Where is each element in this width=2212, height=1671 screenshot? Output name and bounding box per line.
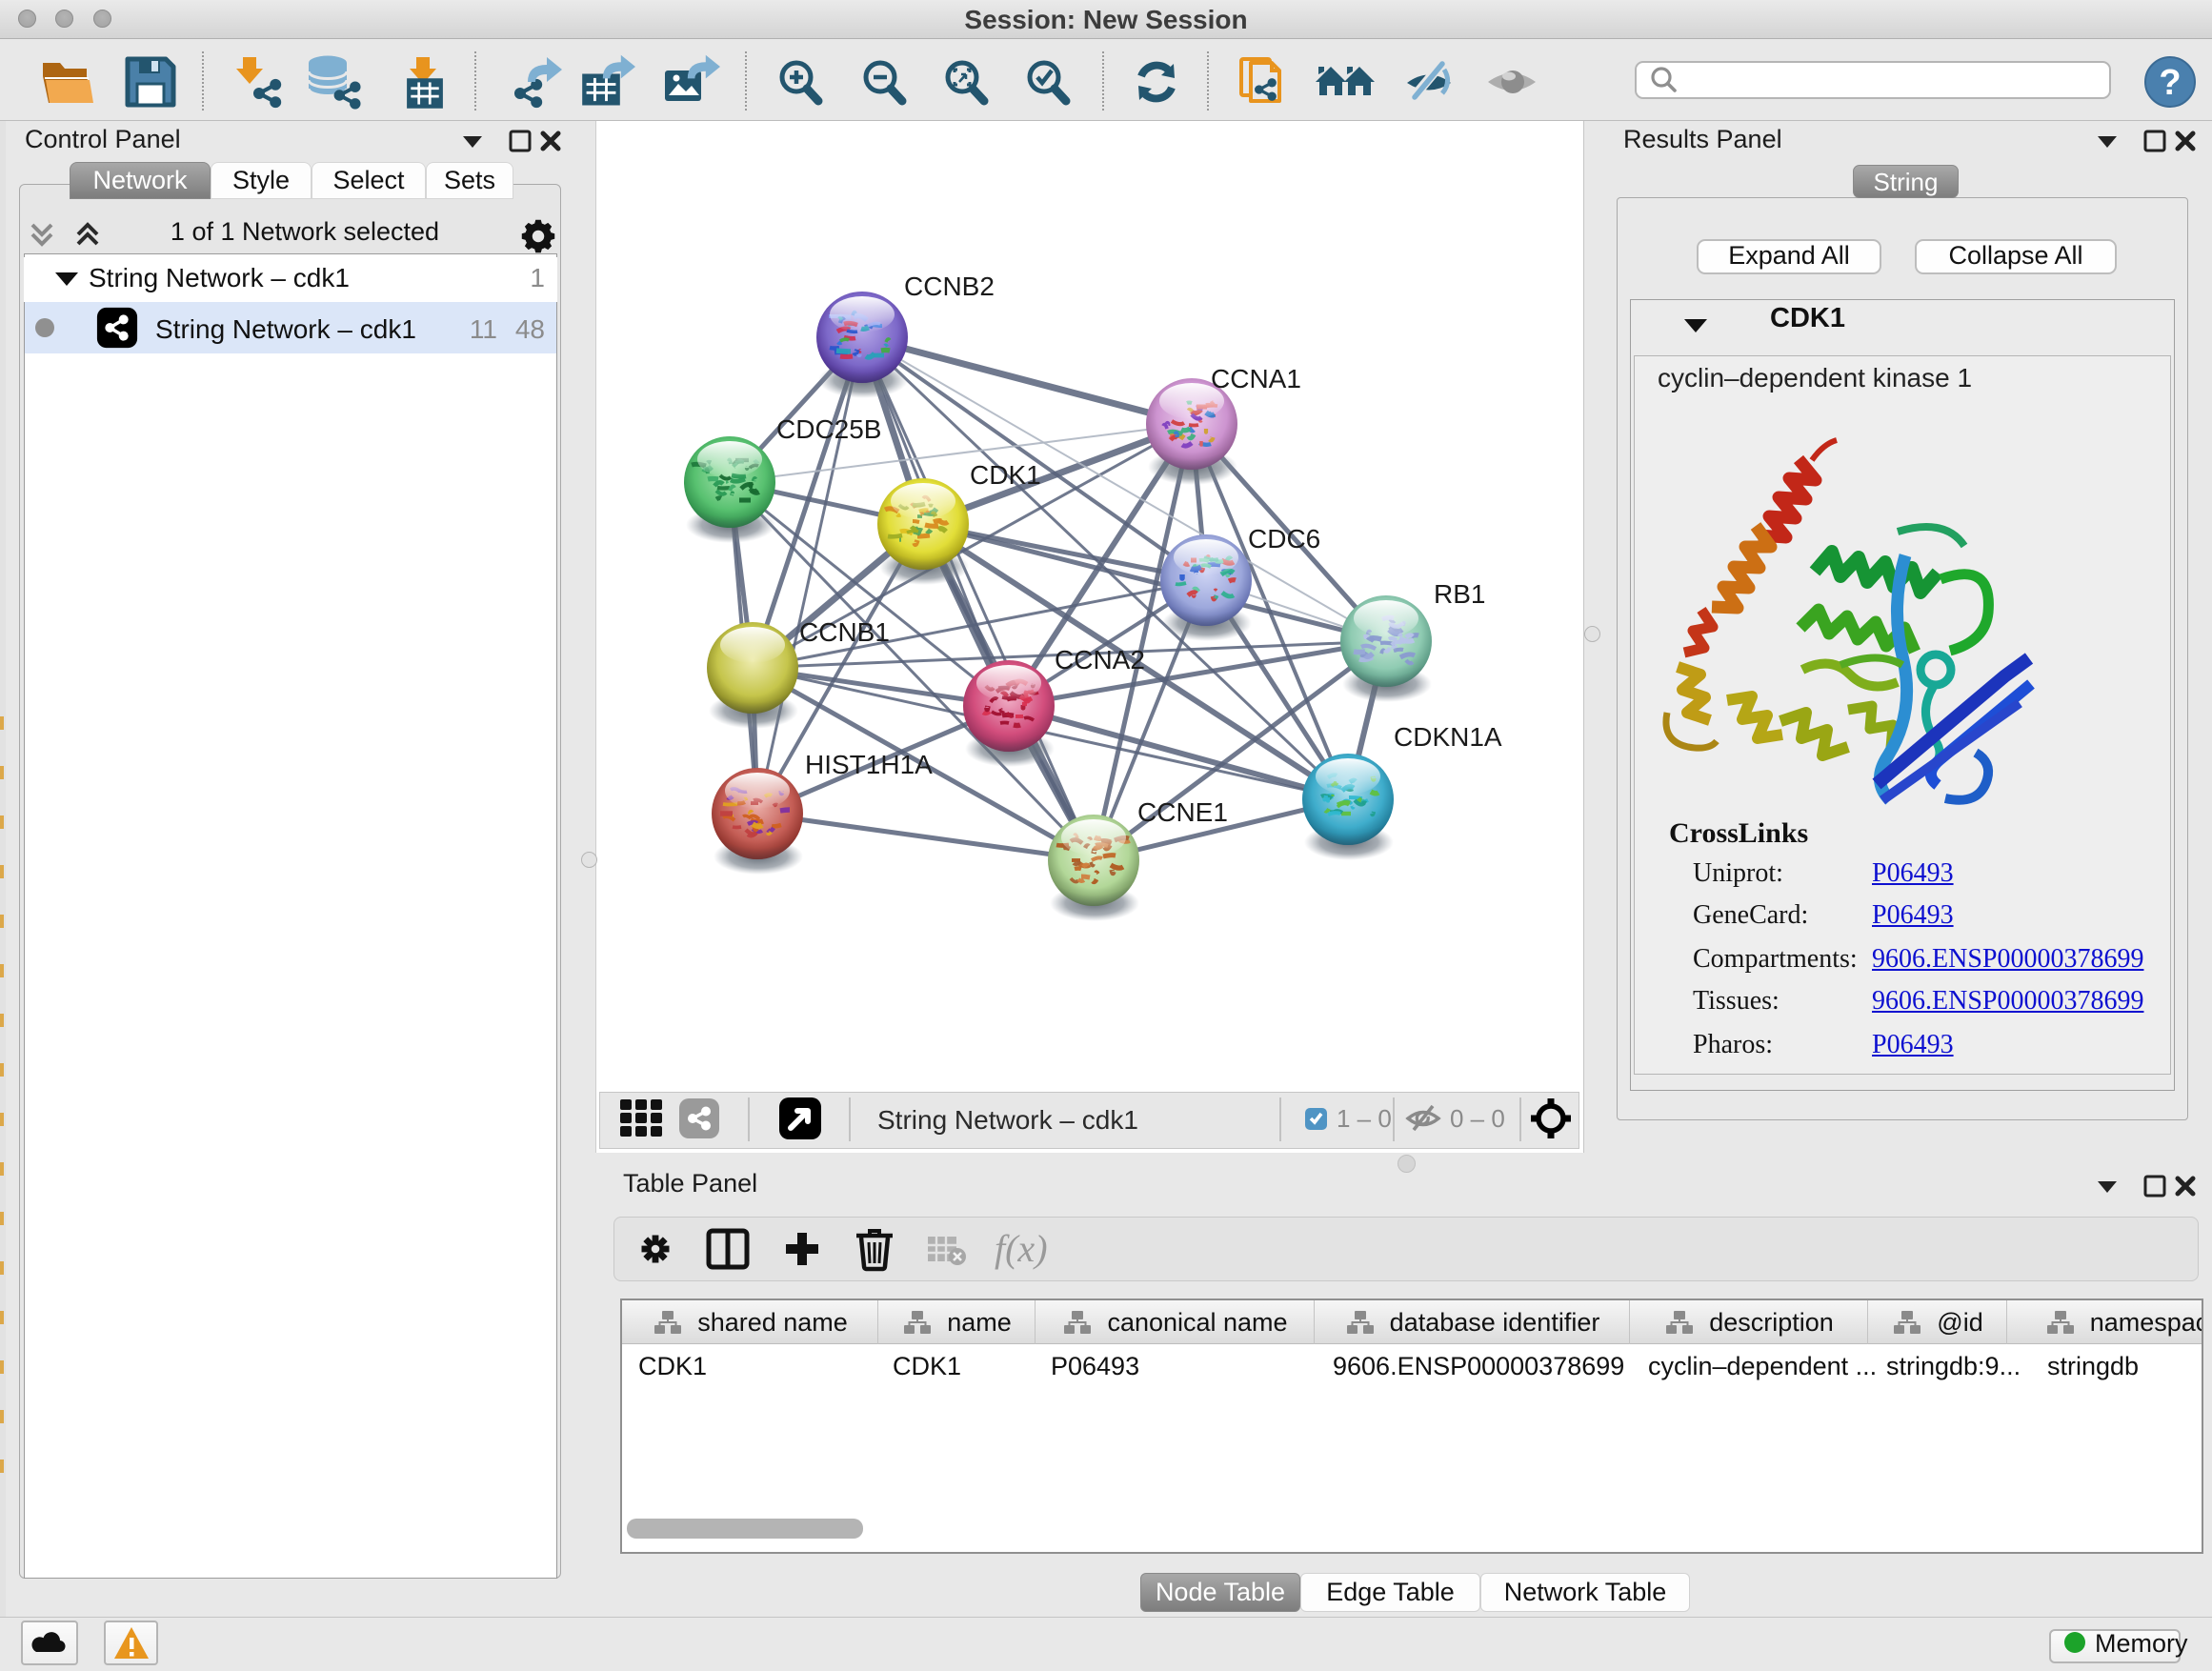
svg-text:0 – 0: 0 – 0 [1450,1104,1505,1133]
svg-text:CDC6: CDC6 [1248,524,1320,554]
svg-text:String Network – cdk1: String Network – cdk1 [877,1105,1138,1135]
svg-text:?: ? [2159,63,2181,103]
svg-text:RB1: RB1 [1434,579,1485,609]
svg-text:HIST1H1A: HIST1H1A [805,750,933,779]
svg-text:CCNA1: CCNA1 [1211,364,1301,393]
svg-text:f(x): f(x) [995,1227,1048,1270]
svg-text:CCNB2: CCNB2 [904,272,995,301]
svg-text:CCNB1: CCNB1 [799,617,890,647]
svg-text:CCNA2: CCNA2 [1055,645,1145,674]
svg-text:1 – 0: 1 – 0 [1337,1104,1392,1133]
svg-text:CDKN1A: CDKN1A [1394,722,1502,752]
svg-text:CDK1: CDK1 [970,460,1041,490]
svg-text:CDC25B: CDC25B [776,414,881,444]
svg-text:CCNE1: CCNE1 [1137,797,1228,827]
